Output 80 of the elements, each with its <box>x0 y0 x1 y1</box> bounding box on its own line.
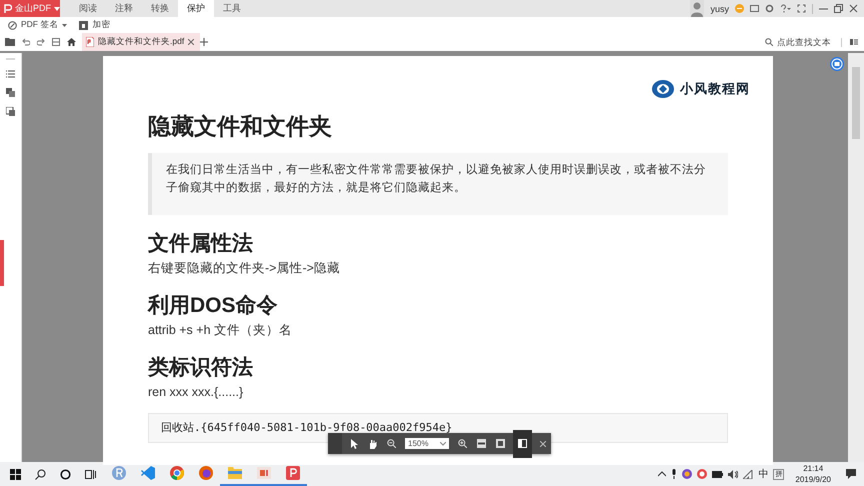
paragraph: 右键要隐藏的文件夹->属性->隐藏 <box>148 260 341 277</box>
sidebar-toggle-icon[interactable] <box>850 38 858 46</box>
close-icon[interactable] <box>540 440 546 446</box>
record-icon[interactable] <box>697 469 708 479</box>
redo-icon[interactable] <box>37 38 45 46</box>
page-icon[interactable] <box>52 38 60 46</box>
lock-icon <box>79 20 88 30</box>
outline-icon[interactable] <box>6 70 15 78</box>
document-tab[interactable]: 隐藏文件和文件夹.pdf <box>82 33 200 51</box>
section-heading: 类标识符法 <box>148 356 254 380</box>
site-logo-text: 小风教程网 <box>680 80 750 98</box>
circle-icon[interactable] <box>60 468 71 480</box>
menu-tab[interactable]: 工具 <box>214 0 250 17</box>
caret-icon <box>54 6 60 10</box>
undo-icon[interactable] <box>22 38 30 46</box>
toolbar-button[interactable]: 加密 <box>79 19 110 31</box>
browser-icon[interactable] <box>170 466 184 480</box>
reading-mode-icon <box>518 438 527 448</box>
notification-icon[interactable] <box>846 469 856 479</box>
toolbar-button[interactable]: PDF 签名 <box>8 19 68 31</box>
browser-icon[interactable] <box>198 466 212 480</box>
presentation-icon[interactable] <box>256 467 270 479</box>
zoom-in-icon[interactable] <box>458 439 467 448</box>
chevron-up-icon[interactable] <box>658 471 666 477</box>
document-title: 隐藏文件和文件夹 <box>148 113 333 139</box>
speaker-icon[interactable] <box>728 470 738 478</box>
section-heading: 利用DOS命令 <box>148 294 279 318</box>
paragraph: attrib +s +h 文件（夹）名 <box>148 322 294 339</box>
pdf-app-icon[interactable] <box>286 466 300 480</box>
task-view-icon[interactable] <box>85 468 96 480</box>
clock[interactable]: 21:14 2019/9/20 <box>795 463 831 485</box>
settings-icon[interactable] <box>765 4 774 13</box>
close-icon[interactable] <box>188 39 194 45</box>
input-method-indicator[interactable]: 中 <box>758 467 768 481</box>
reading-mode-button[interactable] <box>513 430 532 458</box>
battery-icon[interactable] <box>712 470 724 478</box>
fit-width-icon[interactable] <box>477 439 486 448</box>
logo-icon <box>651 79 675 99</box>
coin-icon <box>735 4 744 13</box>
thumbnails-icon[interactable] <box>6 88 15 97</box>
search-icon <box>765 38 773 46</box>
paragraph: ren xxx xxx.{......} <box>148 384 244 401</box>
menu-tab[interactable]: 转换 <box>142 0 178 17</box>
signature-icon <box>8 20 17 30</box>
drag-handle[interactable] <box>328 433 342 454</box>
user-name[interactable]: yusy <box>710 4 729 14</box>
search-icon[interactable] <box>35 468 46 480</box>
attachment-icon[interactable] <box>6 107 15 116</box>
windows-start-icon[interactable] <box>10 468 21 480</box>
section-heading: 文件属性法 <box>148 232 254 256</box>
fullscreen-icon[interactable] <box>797 4 806 13</box>
microphone-icon[interactable] <box>671 469 678 479</box>
code-editor-icon[interactable] <box>140 466 154 480</box>
fit-page-icon[interactable] <box>496 439 505 448</box>
folder-icon[interactable] <box>5 38 15 46</box>
search-field[interactable]: 点此查找文本 <box>777 37 833 47</box>
new-tab-icon[interactable] <box>200 38 208 46</box>
pointer-icon[interactable] <box>351 438 358 448</box>
zoom-dropdown[interactable]: 150% <box>405 438 449 449</box>
r-logo-icon[interactable] <box>112 466 126 480</box>
pdf-file-icon <box>86 37 94 47</box>
network-icon[interactable] <box>743 470 754 478</box>
zoom-out-icon[interactable] <box>387 439 396 448</box>
menu-tab[interactable]: 保护 <box>178 0 214 17</box>
help-icon[interactable] <box>780 4 791 13</box>
home-icon[interactable] <box>67 38 76 46</box>
hand-icon[interactable] <box>368 438 377 448</box>
app-menu-button[interactable]: 金山PDF <box>0 0 60 17</box>
menu-tab[interactable]: 注释 <box>106 0 142 17</box>
message-icon[interactable] <box>750 4 759 12</box>
menu-tab[interactable]: 阅读 <box>70 0 106 17</box>
panel-handle[interactable] <box>0 240 4 286</box>
quote-block: 在我们日常生活当中，有一些私密文件常常需要被保护，以避免被家人使用时误删误改，或者被不法分子偷窥其中的数据，最好的方法，就是将它们隐藏起来。 <box>148 153 728 215</box>
logo-icon <box>4 4 12 14</box>
restore-icon[interactable] <box>834 4 843 13</box>
app-tray-icon[interactable] <box>682 469 692 479</box>
caret-icon <box>62 24 68 26</box>
close-icon[interactable] <box>849 4 858 13</box>
caret-icon <box>440 442 446 446</box>
scrollbar-thumb[interactable] <box>852 67 860 139</box>
